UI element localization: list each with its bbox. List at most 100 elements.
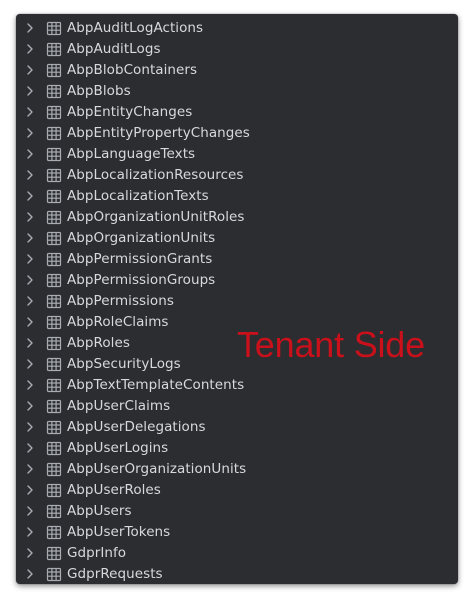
tree-row-label: AbpPermissions xyxy=(67,293,174,309)
tree-row[interactable]: AbpPermissionGrants xyxy=(16,249,458,270)
tree-row-label: AbpLocalizationResources xyxy=(67,167,244,183)
tree-row-label: AbpUserOrganizationUnits xyxy=(67,461,247,477)
chevron-right-icon[interactable] xyxy=(25,254,35,264)
table-icon xyxy=(46,378,62,393)
tree-row-label: AbpUserTokens xyxy=(67,524,171,540)
chevron-right-icon[interactable] xyxy=(25,380,35,390)
tree-row[interactable]: AbpUserLogins xyxy=(16,438,458,459)
tree-row[interactable]: AbpPermissions xyxy=(16,291,458,312)
chevron-right-icon[interactable] xyxy=(25,359,35,369)
tree-row[interactable]: AbpAuditLogs xyxy=(16,39,458,60)
chevron-right-icon[interactable] xyxy=(25,149,35,159)
table-icon xyxy=(46,441,62,456)
tree-row-label: AbpEntityPropertyChanges xyxy=(67,125,250,141)
chevron-right-icon[interactable] xyxy=(25,527,35,537)
chevron-right-icon[interactable] xyxy=(25,170,35,180)
table-icon xyxy=(46,126,62,141)
tree-row-label: GdprInfo xyxy=(67,545,127,561)
tree-row[interactable]: AbpUserRoles xyxy=(16,480,458,501)
table-icon xyxy=(46,294,62,309)
tree-row[interactable]: AbpUserTokens xyxy=(16,522,458,543)
chevron-right-icon[interactable] xyxy=(25,86,35,96)
tree-row-label: GdprRequests xyxy=(67,566,163,582)
chevron-right-icon[interactable] xyxy=(25,569,35,579)
chevron-right-icon[interactable] xyxy=(25,464,35,474)
tree-row-label: AbpUsers xyxy=(67,503,132,519)
table-icon xyxy=(46,336,62,351)
tree-row-label: AbpLocalizationTexts xyxy=(67,188,209,204)
tree-row-label: AbpEntityChanges xyxy=(67,104,193,120)
chevron-right-icon[interactable] xyxy=(25,296,35,306)
tree-row[interactable]: AbpLocalizationResources xyxy=(16,165,458,186)
table-icon xyxy=(46,210,62,225)
chevron-right-icon[interactable] xyxy=(25,443,35,453)
chevron-right-icon[interactable] xyxy=(25,107,35,117)
chevron-right-icon[interactable] xyxy=(25,485,35,495)
chevron-right-icon[interactable] xyxy=(25,233,35,243)
tree-row-label: AbpLanguageTexts xyxy=(67,146,196,162)
tree-row[interactable]: AbpUserClaims xyxy=(16,396,458,417)
tree-row-label: AbpRoleClaims xyxy=(67,314,169,330)
table-icon xyxy=(46,357,62,372)
chevron-right-icon[interactable] xyxy=(25,401,35,411)
tree-row[interactable]: AbpLocalizationTexts xyxy=(16,186,458,207)
tree-row[interactable]: GdprInfo xyxy=(16,543,458,564)
chevron-right-icon[interactable] xyxy=(25,275,35,285)
tree-row-label: AbpAuditLogs xyxy=(67,41,161,57)
chevron-right-icon[interactable] xyxy=(25,23,35,33)
tree-row-label: AbpAuditLogActions xyxy=(67,20,204,36)
tree-row[interactable]: AbpOrganizationUnitRoles xyxy=(16,207,458,228)
tree-row-label: AbpOrganizationUnitRoles xyxy=(67,209,245,225)
chevron-right-icon[interactable] xyxy=(25,212,35,222)
table-icon xyxy=(46,105,62,120)
tree-row-label: AbpRoles xyxy=(67,335,130,351)
tree-row[interactable]: AbpTextTemplateContents xyxy=(16,375,458,396)
chevron-right-icon[interactable] xyxy=(25,422,35,432)
chevron-right-icon[interactable] xyxy=(25,128,35,138)
table-icon xyxy=(46,504,62,519)
chevron-right-icon[interactable] xyxy=(25,44,35,54)
tree-row-label: AbpOrganizationUnits xyxy=(67,230,216,246)
tree-row[interactable]: GdprRequests xyxy=(16,564,458,584)
table-icon xyxy=(46,420,62,435)
table-icon xyxy=(46,462,62,477)
tree-row[interactable]: AbpOrganizationUnits xyxy=(16,228,458,249)
tree-row[interactable]: AbpBlobs xyxy=(16,81,458,102)
tenant-side-annotation: Tenant Side xyxy=(237,324,425,365)
tree-row-label: AbpPermissionGrants xyxy=(67,251,213,267)
table-tree: AbpAuditLogActions AbpAuditLogs AbpBlobCon… xyxy=(16,18,458,584)
tree-row[interactable]: AbpEntityChanges xyxy=(16,102,458,123)
chevron-right-icon[interactable] xyxy=(25,506,35,516)
tree-row-label: AbpUserRoles xyxy=(67,482,161,498)
table-icon xyxy=(46,168,62,183)
table-icon xyxy=(46,546,62,561)
tree-row-label: AbpBlobContainers xyxy=(67,62,198,78)
tree-row[interactable]: AbpUsers xyxy=(16,501,458,522)
table-icon xyxy=(46,42,62,57)
tree-row[interactable]: AbpLanguageTexts xyxy=(16,144,458,165)
table-icon xyxy=(46,84,62,99)
table-icon xyxy=(46,252,62,267)
tree-row[interactable]: AbpUserDelegations xyxy=(16,417,458,438)
tree-row-label: AbpSecurityLogs xyxy=(67,356,181,372)
tree-row[interactable]: AbpEntityPropertyChanges xyxy=(16,123,458,144)
tree-row-label: AbpUserDelegations xyxy=(67,419,206,435)
table-icon xyxy=(46,315,62,330)
table-icon xyxy=(46,63,62,78)
chevron-right-icon[interactable] xyxy=(25,317,35,327)
tree-row[interactable]: AbpUserOrganizationUnits xyxy=(16,459,458,480)
table-icon xyxy=(46,189,62,204)
table-icon xyxy=(46,399,62,414)
tree-row-label: AbpUserClaims xyxy=(67,398,171,414)
tree-row[interactable]: AbpBlobContainers xyxy=(16,60,458,81)
chevron-right-icon[interactable] xyxy=(25,191,35,201)
tree-row-label: AbpPermissionGroups xyxy=(67,272,216,288)
chevron-right-icon[interactable] xyxy=(25,548,35,558)
tree-row[interactable]: AbpPermissionGroups xyxy=(16,270,458,291)
table-icon xyxy=(46,273,62,288)
table-icon xyxy=(46,525,62,540)
tree-row-label: AbpBlobs xyxy=(67,83,131,99)
chevron-right-icon[interactable] xyxy=(25,65,35,75)
tree-row[interactable]: AbpAuditLogActions xyxy=(16,18,458,39)
chevron-right-icon[interactable] xyxy=(25,338,35,348)
